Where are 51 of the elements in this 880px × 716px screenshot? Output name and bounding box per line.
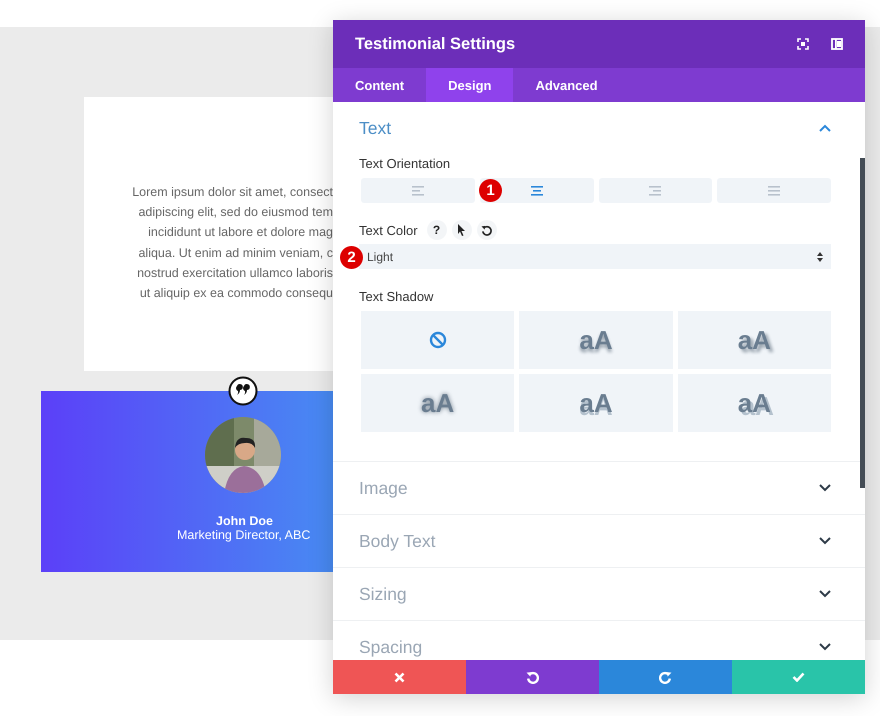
select-arrows-icon [817, 252, 823, 262]
reset-icon [481, 224, 492, 236]
tab[interactable]: Content [333, 68, 426, 102]
tab[interactable]: Advanced [513, 68, 620, 102]
chevron-up-icon[interactable] [819, 124, 831, 132]
align-center-icon [530, 186, 543, 196]
testimonial-text-line: ut aliquip ex ea commodo consequ [140, 285, 333, 302]
fullscreen-icon[interactable] [797, 38, 809, 50]
none-icon [428, 331, 447, 349]
undo-icon [526, 670, 539, 684]
author-name: John Doe [216, 514, 273, 528]
section-title[interactable]: Sizing [359, 584, 407, 604]
shadow-option[interactable]: aA [361, 374, 514, 432]
section-title[interactable]: Spacing [359, 636, 422, 658]
reset-button[interactable] [476, 220, 497, 240]
check-icon [792, 672, 805, 682]
close-icon [394, 672, 405, 682]
redo-icon [659, 670, 672, 684]
help-button[interactable]: ? [426, 220, 447, 240]
step-badge: 2 [340, 246, 363, 269]
section-title[interactable]: Body Text [359, 530, 436, 552]
testimonial-text-line: incididunt ut labore et dolore mag [148, 224, 333, 242]
shadow-option[interactable]: aA [678, 311, 831, 369]
field-label: Text Color [359, 222, 418, 238]
chevron-down-icon[interactable] [819, 537, 831, 545]
testimonial-text-line: nostrud exercitation ullamco laboris [137, 264, 333, 282]
testimonial-text-line: adipiscing elit, sed do eiusmod tem [138, 204, 333, 222]
author-role: Marketing Director, ABC [177, 528, 310, 542]
sidebar-icon[interactable] [831, 38, 843, 50]
quote-icon [228, 376, 258, 406]
align-left-icon [412, 186, 424, 196]
pointer-button[interactable] [452, 220, 472, 240]
align-justify-icon [768, 186, 780, 196]
shadow-option[interactable]: aA [678, 374, 831, 432]
testimonial-text-line: aliqua. Ut enim ad minim veniam, c [138, 244, 333, 262]
align-right-icon [649, 186, 662, 196]
cursor-icon [457, 224, 466, 236]
testimonial-text-line: Lorem ipsum dolor sit amet, consect [132, 184, 333, 201]
tab[interactable]: Design [426, 68, 514, 102]
shadow-option[interactable]: aA [519, 311, 673, 369]
section-title[interactable]: Image [359, 478, 408, 498]
field-label: Text Orientation [359, 156, 452, 171]
field-label: Text Shadow [359, 289, 434, 304]
shadow-option[interactable]: aA [519, 374, 673, 432]
section-title[interactable]: Text [359, 118, 392, 138]
panel-title: Testimonial Settings [355, 34, 516, 54]
chevron-down-icon[interactable] [819, 484, 831, 492]
text-color-select[interactable]: Light [359, 244, 831, 269]
chevron-down-icon[interactable] [819, 590, 831, 598]
chevron-down-icon[interactable] [819, 643, 831, 651]
scrollbar-thumb[interactable] [860, 158, 865, 488]
